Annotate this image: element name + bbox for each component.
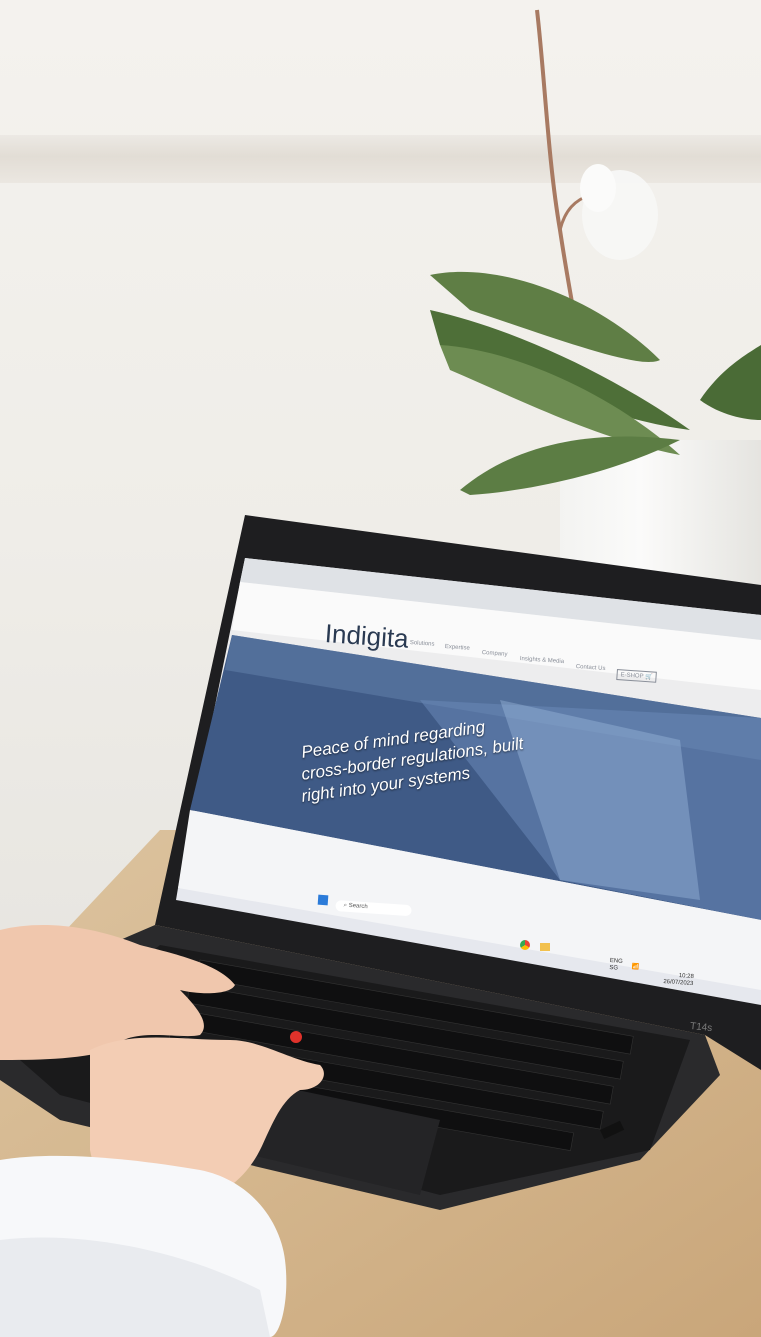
typing-hands — [0, 925, 324, 1337]
